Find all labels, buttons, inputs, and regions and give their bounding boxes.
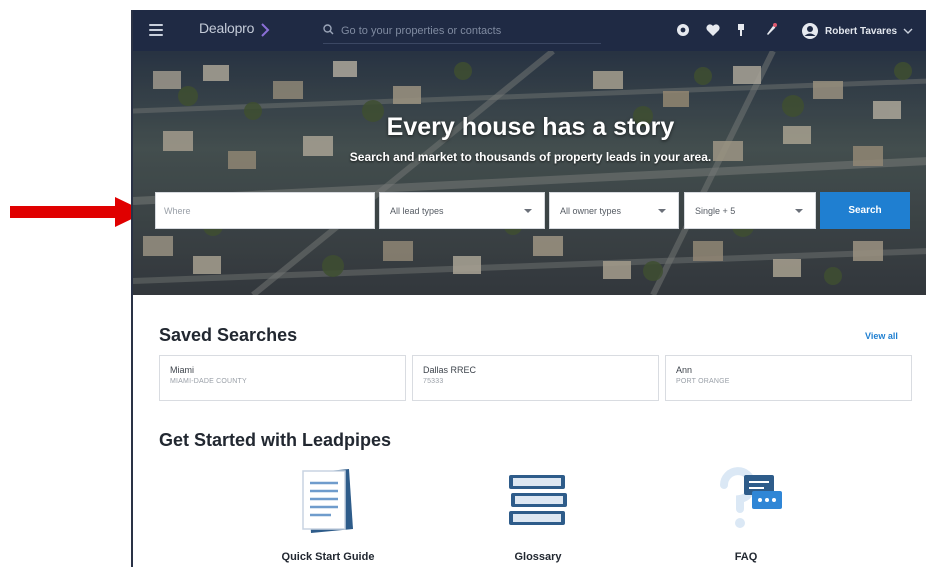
hero-title: Every house has a story <box>386 113 675 141</box>
document-icon <box>302 469 353 533</box>
hamburger-menu-icon[interactable] <box>149 24 163 36</box>
quick-start-guide-label: Quick Start Guide <box>281 551 375 563</box>
glossary-label: Glossary <box>514 551 562 563</box>
where-input[interactable] <box>155 192 375 229</box>
saved-searches-title: Saved Searches <box>159 325 298 345</box>
chevron-down-icon <box>903 28 913 34</box>
saved-search-card[interactable]: Dallas RREC 75333 <box>412 355 659 401</box>
app-logo[interactable]: Dealopro <box>199 20 254 36</box>
books-icon <box>509 475 567 525</box>
owner-types-value: All owner types <box>560 205 622 216</box>
units-select[interactable]: Single + 5 <box>684 192 816 229</box>
saved-search-card[interactable]: Miami MIAMI-DADE COUNTY <box>159 355 406 401</box>
heart-icon[interactable] <box>705 22 721 38</box>
page: Dealopro Go to your properties or contac… <box>0 0 926 567</box>
user-menu[interactable]: Robert Tavares <box>801 20 913 42</box>
glossary-tile[interactable]: Glossary <box>468 465 608 565</box>
saved-search-location: MIAMI-DADE COUNTY <box>170 378 247 385</box>
question-chat-icon <box>720 467 782 528</box>
caret-down-icon <box>795 209 803 213</box>
lead-types-select[interactable]: All lead types <box>379 192 545 229</box>
global-search-input[interactable] <box>341 22 599 40</box>
saved-search-name: Miami <box>170 365 194 375</box>
pin-icon[interactable] <box>733 22 749 38</box>
quick-start-guide-tile[interactable]: Quick Start Guide <box>258 465 398 565</box>
saved-search-location: 75333 <box>423 378 444 385</box>
rocket-icon[interactable] <box>763 22 779 38</box>
annotation-arrow-icon <box>10 197 146 227</box>
saved-search-name: Ann <box>676 365 693 375</box>
search-button[interactable]: Search <box>820 192 910 229</box>
logo-chevron-icon <box>261 23 270 37</box>
settings-icon[interactable] <box>675 22 691 38</box>
view-all-link[interactable]: View all <box>865 331 898 341</box>
faq-tile[interactable]: FAQ <box>676 465 816 565</box>
neighborhood-aerial-image <box>133 51 926 295</box>
saved-search-location: PORT ORANGE <box>676 378 730 385</box>
search-icon <box>323 24 334 35</box>
caret-down-icon <box>658 209 666 213</box>
hero-subtitle: Search and market to thousands of proper… <box>349 150 712 164</box>
caret-down-icon <box>524 209 532 213</box>
user-avatar-icon <box>802 23 818 39</box>
saved-search-card[interactable]: Ann PORT ORANGE <box>665 355 912 401</box>
app-window: Dealopro Go to your properties or contac… <box>131 10 926 567</box>
top-navbar: Dealopro Go to your properties or contac… <box>133 10 926 51</box>
lead-types-value: All lead types <box>390 205 444 216</box>
get-started-title: Get Started with Leadpipes <box>159 430 392 450</box>
owner-types-select[interactable]: All owner types <box>549 192 679 229</box>
hero-banner: Every house has a story Search and marke… <box>133 51 926 295</box>
saved-search-name: Dallas RREC <box>423 365 477 375</box>
faq-label: FAQ <box>734 551 758 563</box>
global-search[interactable] <box>323 18 601 44</box>
user-name: Robert Tavares <box>825 25 898 37</box>
units-value: Single + 5 <box>695 205 736 216</box>
